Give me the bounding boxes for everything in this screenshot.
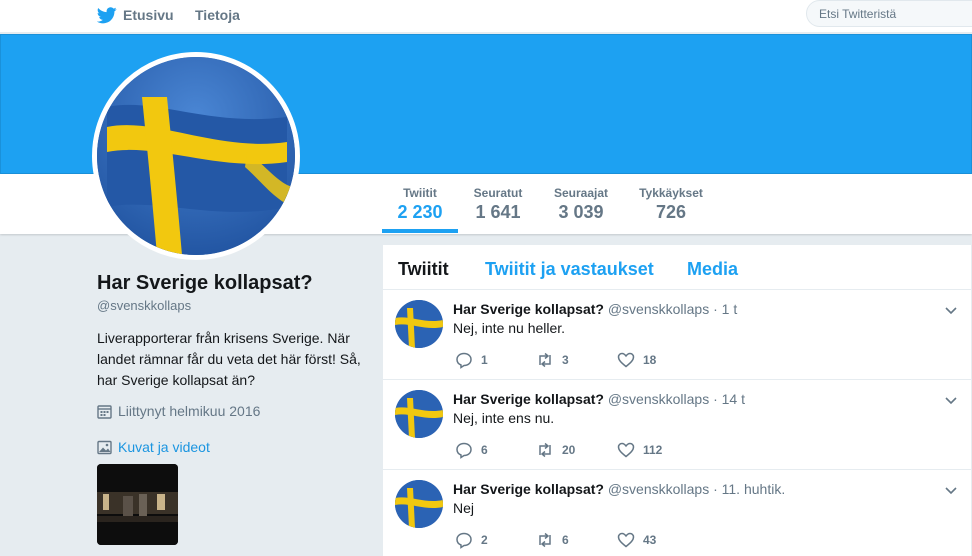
nav-about-label: Tietoja	[195, 7, 240, 23]
nav-about-link[interactable]: Tietoja	[195, 4, 240, 26]
image-icon	[97, 440, 112, 454]
retweet-icon	[539, 352, 551, 368]
like-count: 43	[643, 533, 657, 547]
nav-home-label: Etusivu	[123, 7, 174, 23]
stat-label: Twiitit	[403, 186, 437, 200]
swedish-flag-image	[395, 300, 443, 348]
like-count: 18	[643, 353, 657, 367]
reply-button[interactable]: 1	[455, 351, 536, 369]
top-nav: Etusivu Tietoja Etsi Twitteristä	[0, 0, 972, 32]
reply-count: 2	[481, 533, 488, 547]
media-thumbnail[interactable]	[97, 464, 178, 545]
tweet-header: Har Sverige kollapsat? @svenskkollaps · …	[453, 391, 745, 407]
like-count: 112	[643, 443, 663, 457]
stat-value: 1 641	[475, 202, 521, 222]
reply-button[interactable]: 2	[455, 531, 536, 549]
reply-icon	[456, 442, 472, 459]
tab-tweets-and-replies[interactable]: Twiitit ja vastaukset	[485, 259, 654, 280]
profile-name[interactable]: Har Sverige kollapsat?	[97, 272, 313, 295]
search-input[interactable]: Etsi Twitteristä	[806, 0, 972, 27]
heart-icon	[617, 442, 635, 458]
retweet-count: 20	[562, 443, 576, 457]
tweet-text: Nej	[453, 500, 475, 516]
stat-followers[interactable]: Seuraajat 3 039	[549, 186, 613, 223]
stat-tweets[interactable]: Twiitit 2 230	[393, 186, 447, 223]
tweet-avatar[interactable]	[395, 390, 443, 438]
tab-media[interactable]: Media	[687, 259, 738, 280]
profile-bio: Liverapporterar från krisens Sverige. Nä…	[97, 330, 361, 388]
tweet-header: Har Sverige kollapsat? @svenskkollaps · …	[453, 481, 785, 497]
profile-handle[interactable]: @svenskkollaps	[97, 298, 191, 313]
reply-count: 6	[481, 443, 488, 457]
timeline-tabs: Twiitit Twiitit ja vastaukset Media	[383, 245, 971, 290]
stat-label: Seuraajat	[553, 186, 609, 200]
retweet-button[interactable]: 20	[536, 441, 617, 459]
retweet-button[interactable]: 3	[536, 351, 617, 369]
tweet-actions: 1 3 18	[455, 351, 698, 369]
stat-label: Seuratut	[473, 186, 523, 200]
reply-button[interactable]: 6	[455, 441, 536, 459]
retweet-count: 6	[562, 533, 569, 547]
tweet-actions: 2 6 43	[455, 531, 698, 549]
tweet-author-name[interactable]: Har Sverige kollapsat?	[453, 301, 604, 317]
twitter-bird-icon	[97, 6, 117, 23]
nav-home-link[interactable]: Etusivu	[97, 4, 174, 26]
tweet-text: Nej, inte ens nu.	[453, 410, 555, 426]
profile-joined: Liittynyt helmikuu 2016	[97, 403, 260, 419]
reply-icon	[456, 352, 472, 369]
like-button[interactable]: 112	[617, 441, 698, 459]
tab-tweets[interactable]: Twiitit	[398, 259, 449, 280]
tweet-author-name[interactable]: Har Sverige kollapsat?	[453, 391, 604, 407]
retweet-button[interactable]: 6	[536, 531, 617, 549]
reply-icon	[456, 532, 472, 549]
profile-joined-text: Liittynyt helmikuu 2016	[118, 403, 261, 419]
stat-value: 726	[655, 202, 687, 222]
swedish-flag-image	[395, 480, 443, 528]
heart-icon	[617, 532, 635, 548]
swedish-flag-image	[395, 390, 443, 438]
tweet-actions: 6 20 112	[455, 441, 698, 459]
timeline: Twiitit Twiitit ja vastaukset Media Har …	[383, 245, 971, 556]
stat-label: Tykkäykset	[639, 186, 703, 200]
tweet-meta[interactable]: @svenskkollaps · 1 t	[608, 301, 737, 317]
reply-count: 1	[481, 353, 488, 367]
retweet-icon	[539, 532, 551, 548]
chevron-down-icon[interactable]	[943, 482, 959, 498]
retweet-icon	[539, 442, 551, 458]
photos-videos-label: Kuvat ja videot	[118, 439, 210, 455]
tweet-author-name[interactable]: Har Sverige kollapsat?	[453, 481, 604, 497]
tweet-avatar[interactable]	[395, 300, 443, 348]
retweet-count: 3	[562, 353, 569, 367]
stat-likes[interactable]: Tykkäykset 726	[634, 186, 708, 223]
tweet[interactable]: Har Sverige kollapsat? @svenskkollaps · …	[383, 290, 971, 380]
tweet-avatar[interactable]	[395, 480, 443, 528]
stat-value: 3 039	[558, 202, 604, 222]
like-button[interactable]: 18	[617, 351, 698, 369]
chevron-down-icon[interactable]	[943, 302, 959, 318]
like-button[interactable]: 43	[617, 531, 698, 549]
tweet-header: Har Sverige kollapsat? @svenskkollaps · …	[453, 301, 737, 317]
tweet[interactable]: Har Sverige kollapsat? @svenskkollaps · …	[383, 470, 971, 556]
active-stat-underline	[382, 229, 458, 233]
chevron-down-icon[interactable]	[943, 392, 959, 408]
photos-videos-link[interactable]: Kuvat ja videot	[97, 439, 210, 455]
tweet-text: Nej, inte nu heller.	[453, 320, 566, 336]
tweet-meta[interactable]: @svenskkollaps · 14 t	[608, 391, 745, 407]
swedish-flag-image	[97, 57, 295, 255]
stat-following[interactable]: Seuratut 1 641	[470, 186, 526, 223]
tweet[interactable]: Har Sverige kollapsat? @svenskkollaps · …	[383, 380, 971, 470]
profile-avatar[interactable]	[92, 52, 300, 260]
calendar-icon	[97, 404, 112, 419]
media-thumbnail-image	[97, 464, 178, 545]
heart-icon	[617, 352, 635, 368]
stat-value: 2 230	[397, 202, 443, 222]
tweet-meta[interactable]: @svenskkollaps · 11. huhtik.	[608, 481, 785, 497]
